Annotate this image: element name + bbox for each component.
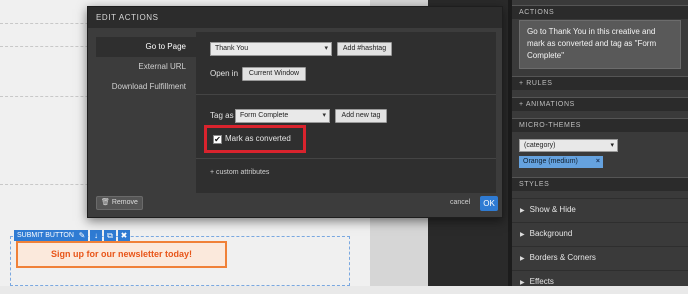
action-go-to-page[interactable]: Go to Page	[96, 37, 196, 57]
style-item-label: Background	[529, 229, 573, 238]
category-select[interactable]: (category) ▾	[519, 139, 618, 152]
remove-button[interactable]: 🗑 Remove	[96, 196, 143, 210]
triangle-right-icon: ▶	[520, 256, 525, 262]
chevron-down-icon: ▾	[322, 112, 326, 119]
triangle-right-icon: ▶	[520, 232, 525, 238]
triangle-right-icon: ▶	[520, 208, 525, 214]
trash-icon: 🗑	[101, 199, 110, 206]
theme-tag-label: Orange (medium)	[523, 158, 578, 165]
style-background[interactable]: ▶ Background	[512, 222, 688, 244]
style-item-label: Show & Hide	[529, 205, 576, 214]
tag-select-value: Form Complete	[240, 112, 289, 119]
close-icon[interactable]: ×	[596, 156, 600, 168]
duplicate-icon[interactable]: ⧉	[104, 230, 116, 241]
action-settings: Thank You ▾ Add #hashtag Open in Current…	[196, 32, 496, 193]
add-new-tag-button[interactable]: Add new tag	[335, 109, 387, 123]
remove-label: Remove	[111, 199, 138, 206]
page-select[interactable]: Thank You ▾	[210, 42, 332, 56]
theme-tag: Orange (medium) ×	[519, 156, 603, 168]
edit-icon[interactable]: ✎	[76, 230, 88, 241]
cancel-button[interactable]: cancel	[450, 199, 470, 206]
edit-actions-dialog: EDIT ACTIONS Go to Page External URL Dow…	[87, 6, 503, 218]
tag-select[interactable]: Form Complete ▾	[235, 109, 330, 123]
divider	[196, 94, 496, 95]
action-download-fulfillment[interactable]: Download Fulfillment	[96, 77, 196, 97]
custom-attributes-link[interactable]: + custom attributes	[210, 169, 269, 176]
style-item-label: Borders & Corners	[529, 253, 596, 262]
open-in-label: Open in	[210, 69, 239, 78]
chevron-down-icon: ▾	[610, 142, 614, 149]
micro-themes-header[interactable]: MICRO-THEMES	[512, 118, 688, 132]
submit-button-label[interactable]: SUBMIT BUTTON	[14, 230, 77, 241]
mark-converted-label[interactable]: Mark as converted	[225, 134, 291, 143]
actions-header[interactable]: ACTIONS	[512, 5, 688, 19]
rules-header[interactable]: + RULES	[512, 76, 688, 90]
action-external-url[interactable]: External URL	[96, 57, 196, 77]
style-borders-corners[interactable]: ▶ Borders & Corners	[512, 246, 688, 268]
signup-button[interactable]: Sign up for our newsletter today!	[16, 241, 227, 268]
download-icon[interactable]: ↓	[90, 230, 102, 241]
action-type-list: Go to Page External URL Download Fulfill…	[96, 32, 196, 193]
style-show-hide[interactable]: ▶ Show & Hide	[512, 198, 688, 220]
style-item-label: Effects	[529, 277, 554, 286]
page-select-value: Thank You	[215, 45, 249, 52]
dialog-title: EDIT ACTIONS	[88, 7, 502, 28]
actions-summary[interactable]: Go to Thank You in this creative and mar…	[519, 20, 681, 69]
ok-button[interactable]: OK	[480, 196, 498, 211]
animations-header[interactable]: + ANIMATIONS	[512, 97, 688, 111]
divider	[196, 158, 496, 159]
style-effects[interactable]: ▶ Effects	[512, 270, 688, 292]
mark-converted-highlight: ✔ Mark as converted	[204, 125, 306, 153]
category-select-value: (category)	[524, 142, 556, 149]
styles-header: STYLES	[512, 177, 688, 191]
trash-icon[interactable]: ✖	[118, 230, 130, 241]
chevron-down-icon: ▾	[324, 45, 328, 52]
open-in-button[interactable]: Current Window	[242, 67, 306, 81]
mark-converted-checkbox[interactable]: ✔	[213, 135, 222, 144]
add-hashtag-button[interactable]: Add #hashtag	[337, 42, 392, 56]
tag-as-label: Tag as	[210, 111, 234, 120]
triangle-right-icon: ▶	[520, 280, 525, 286]
properties-panel: ACTIONS Go to Thank You in this creative…	[512, 0, 688, 286]
